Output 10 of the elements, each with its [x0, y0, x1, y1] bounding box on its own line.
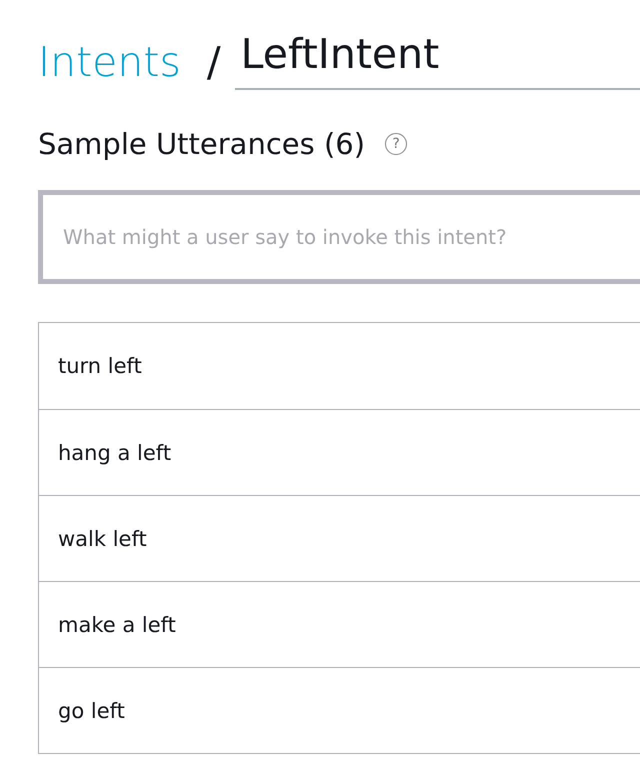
help-icon[interactable]: ? — [385, 133, 408, 155]
utterance-row[interactable]: hang a left — [39, 409, 640, 495]
section-title: Sample Utterances (6) — [38, 127, 366, 161]
utterance-row[interactable]: go left — [39, 667, 640, 753]
utterance-row[interactable]: turn left — [39, 323, 640, 409]
utterance-row[interactable]: walk left — [39, 495, 640, 581]
intent-name-field[interactable]: LeftIntent — [234, 24, 640, 90]
input-field[interactable]: What might a user say to invoke this intent? — [38, 190, 640, 284]
breadcrumb-separator: / — [206, 37, 221, 88]
utterance-row[interactable]: make a left — [39, 581, 640, 667]
